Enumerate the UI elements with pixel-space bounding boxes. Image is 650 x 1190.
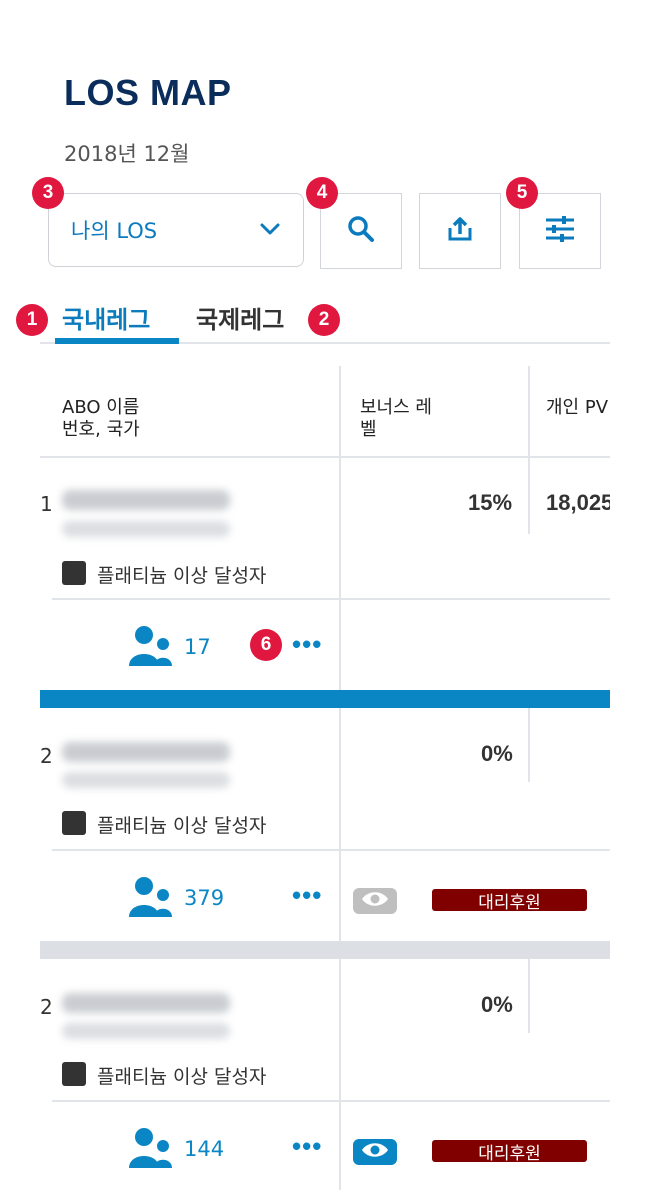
downline-count[interactable]: 17: [184, 635, 211, 659]
export-button[interactable]: [419, 193, 501, 269]
callout-badge-2: 2: [308, 304, 340, 336]
callout-badge-3: 3: [32, 177, 64, 209]
column-header-abo-name: ABO 이름 번호, 국가: [62, 397, 140, 440]
column-header-bonus-level: 보너스 레 벨: [360, 397, 432, 440]
status-label: 플래티늄 이상 달성자: [97, 565, 267, 587]
los-select[interactable]: 나의 LOS: [48, 193, 304, 267]
column-header-pv-clip: 개인 PV: [530, 393, 610, 433]
status-label: 플래티늄 이상 달성자: [97, 1066, 267, 1088]
blurred-member-id: [62, 1023, 230, 1039]
more-options-button[interactable]: •••: [292, 631, 322, 657]
status-indicator: [62, 561, 86, 585]
downline-count[interactable]: 379: [184, 886, 224, 910]
column-header-personal-pv: 개인 PV: [546, 397, 609, 418]
callout-badge-4: 4: [306, 177, 338, 209]
eye-icon: [360, 1141, 390, 1163]
row-separator: [40, 941, 610, 959]
bonus-level-value: 0%: [481, 741, 513, 766]
blurred-member-name: [62, 993, 230, 1013]
period-label: 2018년 12월: [64, 142, 190, 166]
page-title: LOS MAP: [64, 72, 232, 113]
downline-count[interactable]: 144: [184, 1137, 224, 1161]
eye-icon: [360, 890, 390, 912]
row-separator-selected: [40, 690, 610, 708]
status-indicator: [62, 1062, 86, 1086]
row-rank: 2: [40, 744, 53, 768]
callout-badge-1: 1: [16, 304, 48, 336]
proxy-sponsor-tag: 대리후원: [432, 1140, 587, 1164]
more-options-button[interactable]: •••: [292, 1133, 322, 1159]
active-tab-indicator: [55, 338, 179, 344]
pv-value-clip: 18,025: [530, 486, 610, 518]
row-divider: [52, 1100, 610, 1102]
callout-badge-6: 6: [250, 629, 282, 661]
visibility-toggle-on[interactable]: [353, 1139, 397, 1165]
blurred-member-id: [62, 772, 230, 788]
status-indicator: [62, 811, 86, 835]
downline-group-icon[interactable]: [128, 1126, 174, 1174]
column-divider: [528, 959, 530, 1033]
header-divider: [40, 456, 610, 458]
blurred-member-name: [62, 742, 230, 762]
blurred-member-name: [62, 490, 230, 510]
bonus-level-value: 0%: [481, 992, 513, 1017]
column-divider: [339, 708, 341, 941]
row-rank: 1: [40, 492, 53, 516]
chevron-down-icon: [259, 221, 281, 240]
blurred-member-id: [62, 521, 230, 537]
visibility-toggle-off[interactable]: [353, 888, 397, 914]
callout-badge-5: 5: [506, 177, 538, 209]
column-divider: [528, 708, 530, 782]
tab-domestic-leg[interactable]: 국내레그: [62, 300, 150, 335]
more-options-button[interactable]: •••: [292, 882, 322, 908]
row-rank: 2: [40, 995, 53, 1019]
downline-group-icon[interactable]: [128, 875, 174, 923]
los-select-value: 나의 LOS: [71, 219, 158, 243]
upload-icon: [445, 214, 475, 248]
search-icon: [346, 214, 376, 248]
bonus-level-value: 15%: [468, 490, 513, 515]
column-divider: [339, 366, 341, 690]
sliders-icon: [544, 215, 576, 247]
proxy-sponsor-tag: 대리후원: [432, 889, 587, 913]
row-divider: [52, 849, 610, 851]
row-divider: [52, 598, 610, 600]
personal-pv-value: 18,025: [546, 490, 610, 515]
status-label: 플래티늄 이상 달성자: [97, 815, 267, 837]
downline-group-icon[interactable]: [128, 624, 174, 672]
tab-international-leg[interactable]: 국제레그: [196, 300, 284, 335]
column-divider: [339, 959, 341, 1190]
